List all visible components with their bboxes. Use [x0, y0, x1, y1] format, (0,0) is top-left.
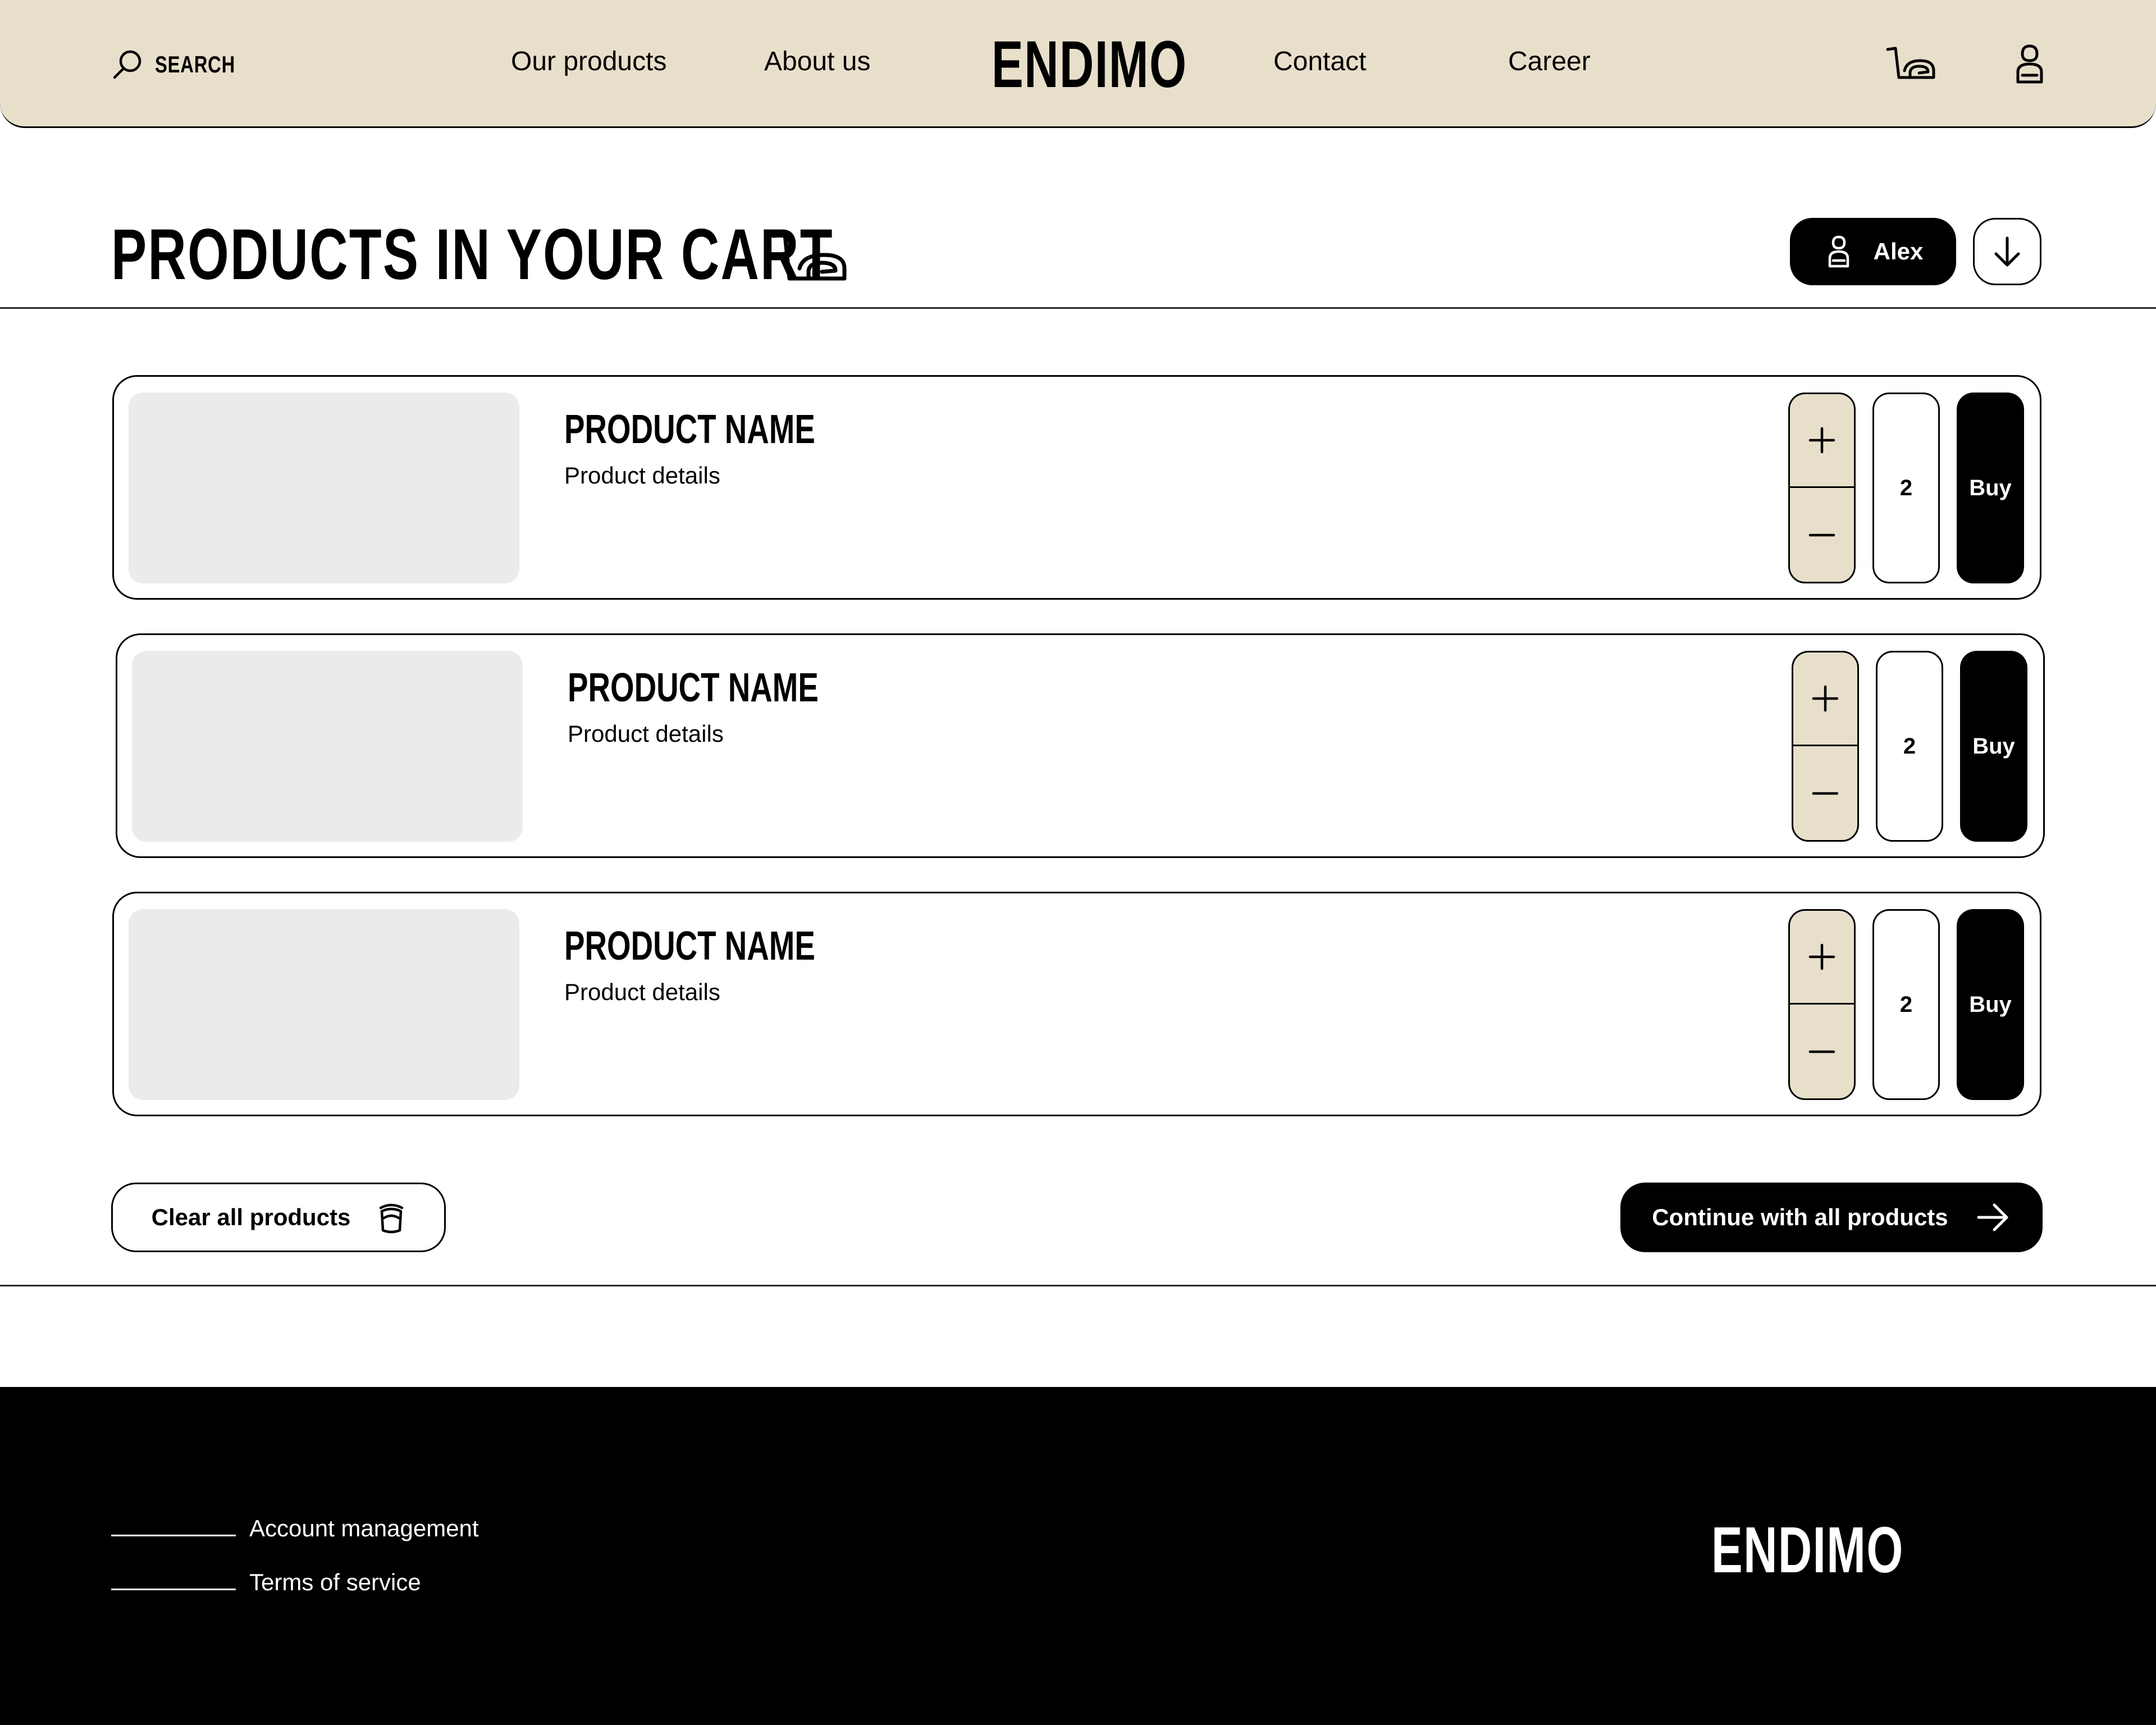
continue-button[interactable]: Continue with all products	[1620, 1183, 2043, 1252]
minus-icon	[1808, 1050, 1835, 1053]
decrease-button[interactable]	[1790, 1005, 1854, 1098]
trash-icon	[380, 1203, 404, 1234]
site-header: SEARCH Our products About us ENDIMO Cont…	[0, 0, 2156, 128]
search-label: SEARCH	[155, 51, 236, 77]
footer-link-label: Account management	[249, 1515, 479, 1541]
user-name: Alex	[1873, 238, 1924, 264]
product-image	[129, 909, 519, 1100]
footer-line	[111, 1588, 236, 1590]
nav-contact[interactable]: Contact	[1273, 46, 1366, 77]
decrease-button[interactable]	[1793, 746, 1857, 840]
site-footer: Account management Terms of service ENDI…	[0, 1387, 2156, 1725]
cart-item: PRODUCT NAME Product details 2 Buy	[112, 892, 2041, 1116]
buy-button[interactable]: Buy	[1957, 909, 2024, 1100]
divider	[0, 307, 2156, 309]
quantity-value: 2	[1872, 909, 1940, 1100]
product-details: Product details	[564, 979, 720, 1005]
minus-icon	[1808, 533, 1835, 536]
quantity-value: 2	[1872, 393, 1940, 583]
nav-our-products[interactable]: Our products	[511, 46, 666, 77]
product-details: Product details	[564, 462, 720, 489]
product-name: PRODUCT NAME	[564, 407, 815, 452]
search-icon	[113, 50, 141, 79]
clear-all-button[interactable]: Clear all products	[111, 1183, 446, 1252]
plus-icon	[1812, 685, 1839, 712]
user-account-button[interactable]: Alex	[1790, 218, 1956, 285]
footer-link-terms[interactable]: Terms of service	[111, 1568, 421, 1597]
product-name: PRODUCT NAME	[568, 665, 819, 710]
cart-item: PRODUCT NAME Product details 2 Buy	[116, 633, 2045, 858]
nav-about-us[interactable]: About us	[764, 46, 870, 77]
cart-icon	[771, 232, 847, 281]
download-button[interactable]	[1973, 218, 2041, 285]
plus-icon	[1808, 943, 1835, 970]
user-icon[interactable]	[2006, 42, 2054, 86]
cart-icon[interactable]	[1885, 42, 1936, 86]
quantity-stepper	[1792, 651, 1859, 842]
quantity-stepper	[1788, 393, 1856, 583]
divider	[0, 1285, 2156, 1286]
product-name: PRODUCT NAME	[564, 924, 815, 969]
increase-button[interactable]	[1790, 911, 1854, 1005]
buy-button[interactable]: Buy	[1960, 651, 2027, 842]
quantity-stepper	[1788, 909, 1856, 1100]
logo[interactable]: ENDIMO	[992, 31, 1187, 98]
quantity-value: 2	[1876, 651, 1943, 842]
footer-link-account[interactable]: Account management	[111, 1514, 479, 1543]
cart-item: PRODUCT NAME Product details 2 Buy	[112, 375, 2041, 600]
plus-icon	[1808, 427, 1835, 454]
product-image	[129, 393, 519, 583]
page-title: PRODUCTS IN YOUR CART	[111, 215, 834, 295]
buy-button[interactable]: Buy	[1957, 393, 2024, 583]
search-button[interactable]: SEARCH	[110, 47, 258, 82]
footer-line	[111, 1534, 236, 1536]
continue-label: Continue with all products	[1652, 1204, 1948, 1230]
arrow-right-icon	[1977, 1203, 2008, 1231]
footer-logo: ENDIMO	[1711, 1513, 1904, 1586]
product-image	[132, 651, 523, 842]
clear-all-label: Clear all products	[151, 1204, 351, 1230]
footer-link-label: Terms of service	[249, 1569, 421, 1595]
decrease-button[interactable]	[1790, 488, 1854, 582]
minus-icon	[1812, 792, 1839, 795]
product-details: Product details	[568, 720, 724, 747]
nav-career[interactable]: Career	[1508, 46, 1591, 77]
arrow-down-icon	[1994, 236, 2020, 267]
increase-button[interactable]	[1793, 652, 1857, 746]
increase-button[interactable]	[1790, 394, 1854, 488]
user-icon	[1828, 235, 1849, 268]
